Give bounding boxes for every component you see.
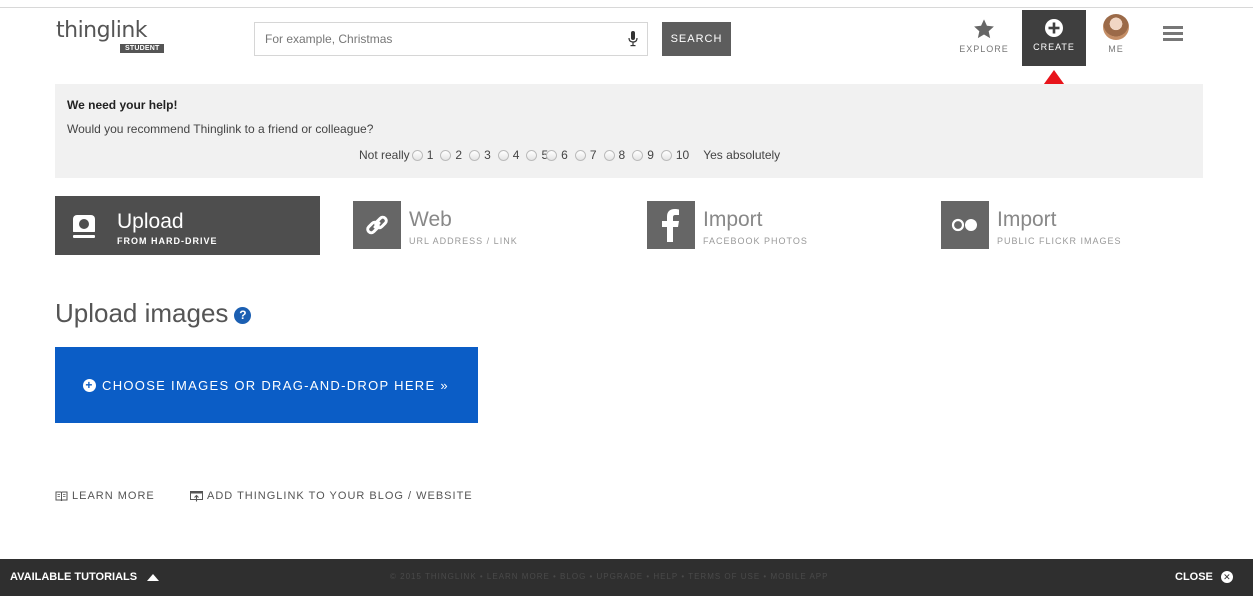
thinglink-logo[interactable]: thinglink STUDENT (56, 18, 176, 62)
page: thinglink STUDENT SEARCH EXPLORE CREATE … (0, 0, 1253, 596)
rating-value: 10 (675, 148, 690, 162)
avatar (1103, 14, 1129, 40)
nav-me-label: ME (1108, 44, 1124, 54)
add-to-blog-link[interactable]: ADD THINGLINK TO YOUR BLOG / WEBSITE (190, 490, 473, 502)
survey-question: Would you recommend Thinglink to a frien… (67, 122, 374, 136)
radio-button[interactable] (469, 149, 481, 161)
star-icon (974, 19, 994, 39)
search-box (254, 22, 648, 56)
radio-button[interactable] (660, 149, 672, 161)
upload-heading-text: Upload images (55, 298, 229, 328)
tab-facebook[interactable]: Import FACEBOOK PHOTOS (647, 196, 887, 255)
tab-flickr[interactable]: Import PUBLIC FLICKR IMAGES (941, 196, 1181, 255)
radio-button[interactable] (603, 149, 615, 161)
learn-more-label: LEARN MORE (72, 490, 155, 502)
survey-title: We need your help! (67, 98, 178, 112)
close-icon: ✕ (1220, 571, 1233, 583)
embed-icon (190, 490, 203, 501)
microphone-icon[interactable] (628, 31, 638, 47)
radio-button[interactable] (497, 149, 509, 161)
tab-facebook-subtitle: FACEBOOK PHOTOS (703, 236, 808, 246)
help-icon[interactable]: ? (234, 306, 252, 324)
tab-upload-subtitle: FROM HARD-DRIVE (117, 236, 218, 246)
upload-heading: Upload images? (55, 298, 252, 329)
nav-me[interactable]: ME (1096, 10, 1136, 66)
rating-value: 7 (589, 148, 597, 162)
rating-value: 4 (512, 148, 520, 162)
tab-web-title: Web (409, 208, 452, 231)
radio-button[interactable] (526, 149, 538, 161)
close-label: CLOSE (1175, 571, 1213, 583)
footer-bar: AVAILABLE TUTORIALS © 2015 THINGLINK • L… (0, 559, 1253, 596)
survey-panel: We need your help! Would you recommend T… (55, 84, 1203, 178)
book-icon (55, 491, 68, 501)
rating-scale: Not really 1 2 3 4 5 6 7 8 9 10 Yes abso… (359, 148, 782, 162)
tab-flickr-subtitle: PUBLIC FLICKR IMAGES (997, 236, 1122, 246)
scale-high-label: Yes absolutely (703, 148, 781, 162)
tab-web-subtitle: URL ADDRESS / LINK (409, 236, 518, 246)
flickr-icon (941, 201, 989, 249)
scale-low-label: Not really (359, 148, 410, 162)
facebook-icon (647, 201, 695, 249)
radio-button[interactable] (546, 149, 558, 161)
rating-value: 1 (426, 148, 434, 162)
nav-create[interactable]: CREATE (1022, 10, 1086, 66)
student-badge: STUDENT (120, 44, 165, 53)
close-button[interactable]: CLOSE ✕ (1175, 571, 1233, 583)
radio-button[interactable] (411, 149, 423, 161)
rating-option[interactable]: 7 (574, 148, 597, 162)
nav-create-label: CREATE (1033, 42, 1075, 52)
rating-value: 9 (647, 148, 654, 162)
rating-value: 3 (484, 148, 491, 162)
tab-upload-title: Upload (117, 210, 184, 233)
choose-images-button[interactable]: + CHOOSE IMAGES OR DRAG-AND-DROP HERE » (55, 347, 478, 423)
rating-option[interactable]: 10 (660, 148, 690, 162)
tab-web[interactable]: Web URL ADDRESS / LINK (353, 196, 593, 255)
nav-explore[interactable]: EXPLORE (956, 10, 1012, 66)
choose-images-label: CHOOSE IMAGES OR DRAG-AND-DROP HERE » (102, 377, 449, 393)
hard-drive-icon (55, 196, 113, 255)
rating-option[interactable]: 9 (632, 148, 654, 162)
plus-icon: + (83, 378, 96, 392)
rating-option[interactable]: 3 (469, 148, 491, 162)
chevron-up-icon (147, 573, 160, 581)
rating-value: 6 (561, 148, 568, 162)
search-input[interactable] (255, 23, 595, 55)
radio-button[interactable] (632, 149, 644, 161)
footer-links[interactable]: © 2015 THINGLINK • LEARN MORE • BLOG • U… (390, 572, 828, 581)
rating-value: 8 (618, 148, 626, 162)
rating-option[interactable]: 1 (411, 148, 434, 162)
rating-option[interactable]: 4 (497, 148, 520, 162)
rating-option[interactable]: 8 (603, 148, 626, 162)
logo-text: thinglink (56, 18, 148, 43)
plus-circle-icon (1045, 19, 1063, 37)
rating-option[interactable]: 2 (440, 148, 462, 162)
search-button[interactable]: SEARCH (662, 22, 731, 56)
radio-button[interactable] (574, 149, 586, 161)
tab-flickr-title: Import (997, 208, 1057, 231)
available-tutorials-label: AVAILABLE TUTORIALS (10, 571, 138, 583)
top-border (0, 7, 1253, 8)
tab-upload[interactable]: Upload FROM HARD-DRIVE (55, 196, 320, 255)
radio-button[interactable] (440, 149, 452, 161)
learn-more-link[interactable]: LEARN MORE (55, 490, 155, 502)
hamburger-menu-icon[interactable] (1163, 26, 1183, 42)
available-tutorials-toggle[interactable]: AVAILABLE TUTORIALS (10, 571, 160, 583)
rating-option[interactable]: 6 (546, 148, 568, 162)
tab-facebook-title: Import (703, 208, 763, 231)
rating-value: 2 (455, 148, 463, 162)
rating-option[interactable]: 5 (526, 148, 548, 162)
nav-explore-label: EXPLORE (959, 44, 1009, 54)
add-to-blog-label: ADD THINGLINK TO YOUR BLOG / WEBSITE (207, 490, 473, 502)
link-icon (353, 201, 401, 249)
